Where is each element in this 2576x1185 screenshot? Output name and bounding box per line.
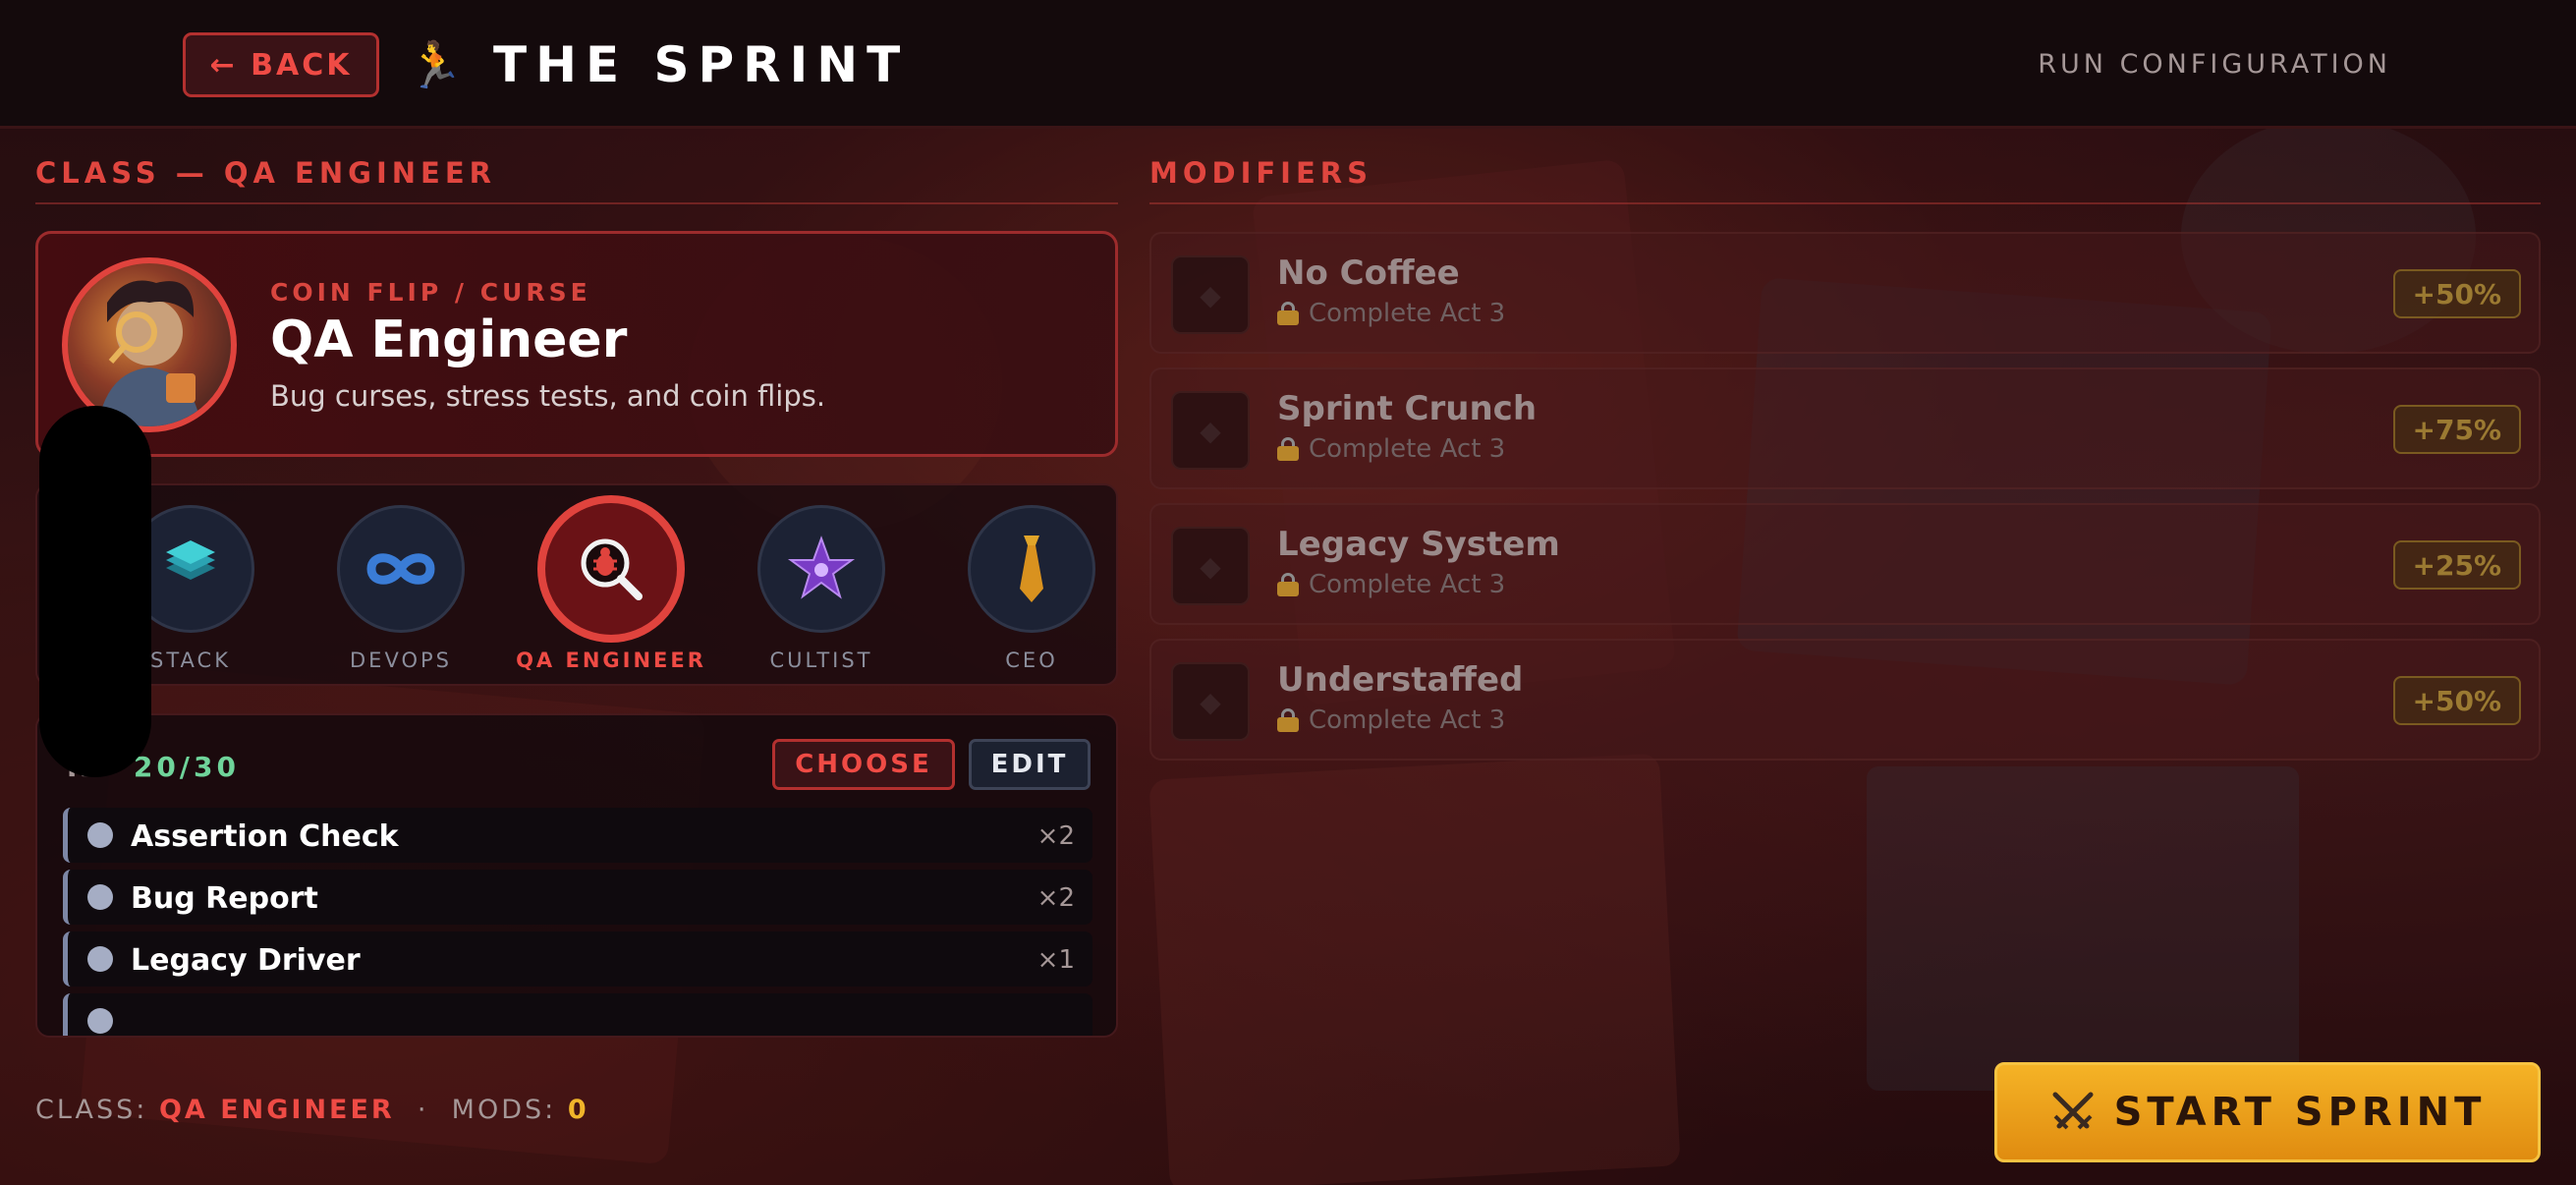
class-option-label: CEO <box>1005 649 1058 672</box>
pentagram-icon <box>787 536 856 599</box>
runner-icon: 🏃 <box>407 38 464 91</box>
locked-modifier-icon: ◆ <box>1171 527 1250 605</box>
card-quantity: ×1 <box>1036 945 1075 975</box>
class-option-ceo[interactable]: CEO <box>933 505 1130 672</box>
modifier-bonus-badge: +50% <box>2392 676 2521 725</box>
edit-button[interactable]: EDIT <box>969 739 1091 790</box>
class-subtitle: COIN FLIP / CURSE <box>270 278 591 307</box>
locked-modifier-icon: ◆ <box>1171 662 1250 741</box>
summary-class-value: QA ENGINEER <box>158 1095 395 1125</box>
modifier-lock-requirement: Complete Act 3 <box>1277 705 1505 735</box>
lock-icon <box>1277 573 1299 596</box>
summary-mods-prefix: MODS: <box>451 1095 557 1125</box>
lock-text: Complete Act 3 <box>1309 434 1506 464</box>
card-name: Legacy Driver <box>131 943 361 978</box>
class-option-devops[interactable]: DEVOPS <box>303 505 499 672</box>
modifier-name: Understaffed <box>1277 660 1524 700</box>
page-title: THE SPRINT <box>493 36 910 93</box>
run-summary: CLASS: QA ENGINEER · MODS: 0 <box>35 1095 589 1125</box>
back-button-label: ← BACK <box>209 47 353 83</box>
lock-text: Complete Act 3 <box>1309 299 1506 328</box>
modifiers-heading: MODIFIERS <box>1149 156 1373 190</box>
locked-modifier-icon: ◆ <box>1171 255 1250 334</box>
modifier-name: Sprint Crunch <box>1277 389 1538 428</box>
class-name: QA Engineer <box>270 310 628 369</box>
modifier-understaffed[interactable]: ◆ Understaffed Complete Act 3 +50% <box>1149 639 2541 761</box>
modifier-name: No Coffee <box>1277 254 1460 293</box>
modifier-lock-requirement: Complete Act 3 <box>1277 570 1505 599</box>
modifier-no-coffee[interactable]: ◆ No Coffee Complete Act 3 +50% <box>1149 232 2541 354</box>
summary-class-prefix: CLASS: <box>35 1095 148 1125</box>
card-dot-icon <box>87 822 113 848</box>
class-option-label: DEVOPS <box>350 649 452 672</box>
modifier-bonus-badge: +25% <box>2392 540 2521 590</box>
card-dot-icon <box>87 884 113 910</box>
modifier-bonus-badge: +50% <box>2392 269 2521 318</box>
deck-card-row[interactable]: Legacy Driver ×1 <box>63 931 1092 987</box>
summary-mods-value: 0 <box>567 1095 589 1125</box>
class-selector: STACK DEVOPS QA ENGINEER CULTIST CEO <box>35 483 1118 686</box>
card-dot-icon <box>87 1008 113 1034</box>
deck-card-row-partial[interactable] <box>63 993 1092 1036</box>
lock-text: Complete Act 3 <box>1309 705 1506 735</box>
run-configuration-label: RUN CONFIGURATION <box>2038 49 2391 80</box>
deck-count: 20/30 <box>133 751 240 783</box>
start-sprint-label: START SPRINT <box>2113 1090 2487 1135</box>
modifier-lock-requirement: Complete Act 3 <box>1277 434 1505 464</box>
deck-card-row[interactable]: Assertion Check ×2 <box>63 808 1092 863</box>
class-option-label: QA ENGINEER <box>516 649 706 672</box>
lock-icon <box>1277 708 1299 732</box>
card-quantity: ×2 <box>1036 883 1075 913</box>
class-description: Bug curses, stress tests, and coin flips… <box>270 379 826 413</box>
modifier-bonus-badge: +75% <box>2392 405 2521 454</box>
card-name: Bug Report <box>131 881 318 916</box>
modifier-lock-requirement: Complete Act 3 <box>1277 299 1505 328</box>
stack-icon <box>166 540 215 580</box>
class-section-heading: CLASS — QA ENGINEER <box>35 156 496 190</box>
choose-button[interactable]: CHOOSE <box>772 739 955 790</box>
class-option-qa-engineer[interactable]: QA ENGINEER <box>513 495 709 672</box>
infinity-icon <box>366 553 435 585</box>
back-button[interactable]: ← BACK <box>183 32 379 97</box>
card-quantity: ×2 <box>1036 821 1075 851</box>
tie-icon <box>1020 536 1043 602</box>
crossed-swords-icon <box>2052 1092 2094 1130</box>
lock-icon <box>1277 302 1299 325</box>
deck-card-row[interactable]: Bug Report ×2 <box>63 870 1092 925</box>
deck-panel: K · 20/30 CHOOSE EDIT Assertion Check ×2… <box>35 713 1118 1038</box>
redaction-overlay <box>39 406 151 777</box>
card-name: Assertion Check <box>131 819 399 854</box>
summary-separator: · <box>417 1095 429 1125</box>
locked-modifier-icon: ◆ <box>1171 391 1250 470</box>
class-section-divider <box>35 202 1118 204</box>
lock-text: Complete Act 3 <box>1309 570 1506 599</box>
modifier-name: Legacy System <box>1277 525 1560 564</box>
bug-magnifier-icon <box>581 538 643 600</box>
start-sprint-button[interactable]: START SPRINT <box>1994 1062 2541 1162</box>
class-option-cultist[interactable]: CULTIST <box>723 505 920 672</box>
card-dot-icon <box>87 946 113 972</box>
modifier-sprint-crunch[interactable]: ◆ Sprint Crunch Complete Act 3 +75% <box>1149 367 2541 489</box>
top-bar: ← BACK 🏃 THE SPRINT RUN CONFIGURATION <box>0 0 2576 129</box>
modifier-legacy-system[interactable]: ◆ Legacy System Complete Act 3 +25% <box>1149 503 2541 625</box>
class-card: COIN FLIP / CURSE QA Engineer Bug curses… <box>35 231 1118 457</box>
lock-icon <box>1277 437 1299 461</box>
modifiers-divider <box>1149 202 2541 204</box>
class-option-label: CULTIST <box>769 649 873 672</box>
